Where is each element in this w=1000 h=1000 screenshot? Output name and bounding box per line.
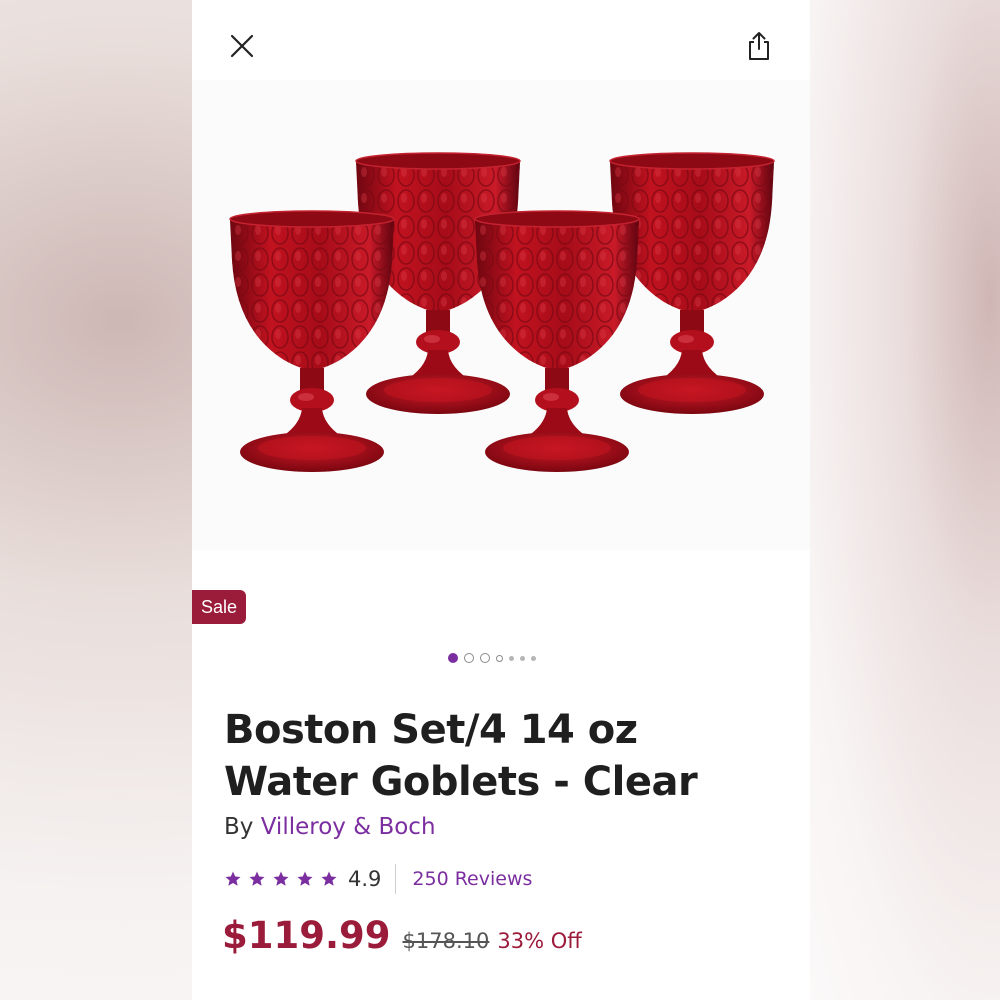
goblets-image bbox=[229, 152, 775, 473]
sale-badge: Sale bbox=[192, 590, 246, 624]
by-label: By bbox=[224, 814, 254, 840]
rating-value: 4.9 bbox=[348, 867, 382, 891]
reviews-link[interactable]: 250 Reviews bbox=[412, 868, 532, 890]
image-carousel-indicator bbox=[448, 652, 536, 664]
close-button[interactable] bbox=[222, 26, 262, 66]
product-title: Boston Set/4 14 oz Water Goblets - Clear bbox=[224, 707, 698, 805]
carousel-dot[interactable] bbox=[531, 655, 536, 661]
carousel-dot[interactable] bbox=[464, 653, 474, 663]
background-blur-right bbox=[810, 0, 1000, 1000]
star-icon bbox=[273, 871, 289, 886]
top-bar bbox=[192, 0, 810, 80]
share-button[interactable] bbox=[739, 26, 779, 66]
product-screen: Sale Boston Set/4 14 oz Water Goblets - … bbox=[192, 0, 810, 1000]
product-image[interactable] bbox=[192, 80, 810, 550]
divider bbox=[395, 864, 397, 894]
rating-row: 4.9 250 Reviews bbox=[224, 862, 532, 896]
price-row: $119.99 $178.10 33% Off bbox=[222, 914, 582, 957]
brand-line: By Villeroy & Boch bbox=[224, 814, 436, 840]
star-icon bbox=[297, 871, 313, 886]
sale-price: $119.99 bbox=[222, 914, 391, 957]
carousel-dot[interactable] bbox=[448, 653, 458, 663]
share-icon bbox=[749, 32, 769, 60]
star-rating bbox=[224, 870, 338, 888]
star-icon bbox=[249, 871, 265, 886]
star-icon bbox=[225, 871, 241, 886]
star-icon bbox=[321, 871, 337, 886]
close-icon bbox=[230, 34, 254, 58]
carousel-dot[interactable] bbox=[496, 654, 503, 662]
carousel-dot[interactable] bbox=[509, 655, 514, 661]
carousel-dot[interactable] bbox=[480, 653, 490, 663]
brand-link[interactable]: Villeroy & Boch bbox=[261, 814, 436, 840]
carousel-dot[interactable] bbox=[520, 655, 525, 661]
original-price: $178.10 bbox=[402, 929, 490, 953]
discount-label: 33% Off bbox=[497, 929, 582, 953]
